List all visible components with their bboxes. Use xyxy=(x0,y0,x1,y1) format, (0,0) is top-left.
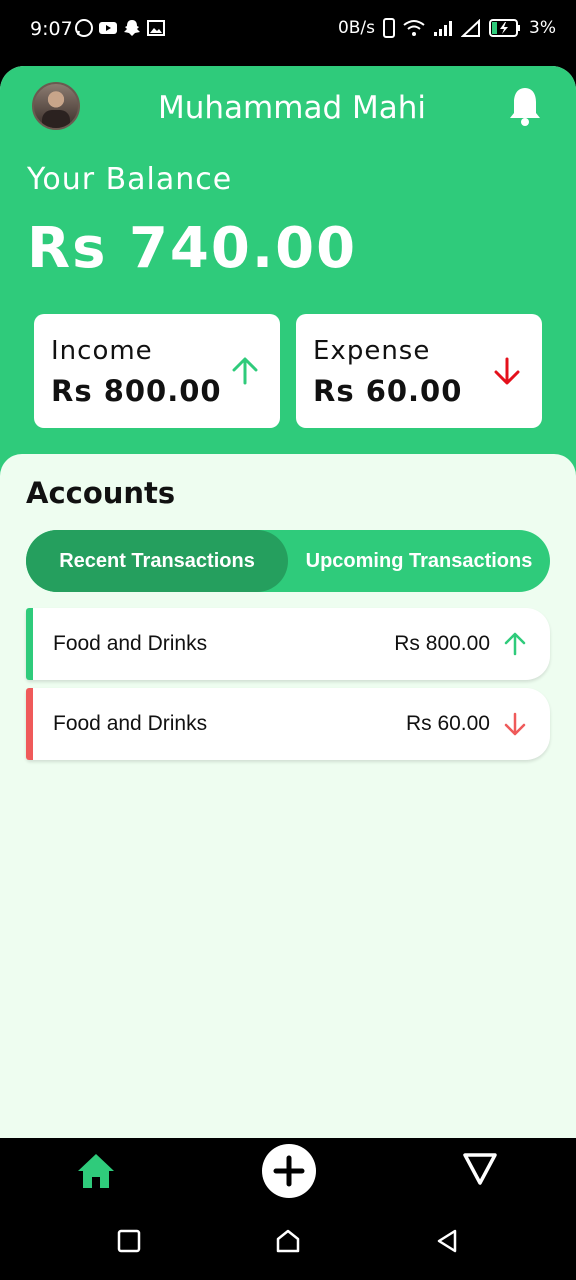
youtube-icon xyxy=(99,22,117,34)
bottom-nav xyxy=(0,1138,576,1214)
income-label: Income xyxy=(51,336,153,366)
accounts-panel: Accounts Recent Transactions Upcoming Tr… xyxy=(0,454,576,1138)
add-button[interactable] xyxy=(262,1144,316,1198)
home-icon[interactable] xyxy=(76,1152,116,1190)
transaction-amount: Rs 800.00 xyxy=(394,632,490,655)
income-card[interactable]: Income Rs 800.00 xyxy=(34,314,280,428)
battery-charging-icon xyxy=(489,19,521,37)
transaction-row[interactable]: Food and Drinks Rs 60.00 xyxy=(26,688,550,760)
transaction-name: Food and Drinks xyxy=(53,712,208,735)
expense-label: Expense xyxy=(313,336,431,366)
arrow-down-icon xyxy=(494,357,520,385)
user-name: Muhammad Mahi xyxy=(158,90,426,126)
whatsapp-icon xyxy=(75,19,93,37)
arrow-down-icon xyxy=(504,712,526,736)
income-value: Rs 800.00 xyxy=(51,374,222,408)
snapchat-icon xyxy=(124,20,140,36)
gallery-icon xyxy=(147,20,165,36)
tab-upcoming-transactions[interactable]: Upcoming Transactions xyxy=(288,530,550,592)
expense-value: Rs 60.00 xyxy=(313,374,463,408)
transaction-row[interactable]: Food and Drinks Rs 800.00 xyxy=(26,608,550,680)
recents-icon[interactable] xyxy=(116,1228,142,1254)
system-nav-bar xyxy=(0,1214,576,1280)
network-speed: 0B/s xyxy=(337,18,376,38)
accounts-title: Accounts xyxy=(26,476,176,510)
triangle-icon[interactable] xyxy=(462,1152,498,1186)
signal-icon xyxy=(434,21,453,36)
status-bar: 9:07 0B/s 3% xyxy=(0,0,576,60)
balance-amount: Rs 740.00 xyxy=(27,216,358,281)
transactions-tabs: Recent Transactions Upcoming Transaction… xyxy=(26,530,550,592)
bell-icon[interactable] xyxy=(508,86,542,126)
transaction-amount: Rs 60.00 xyxy=(405,712,490,735)
plus-icon xyxy=(273,1155,305,1187)
app-screen: Muhammad Mahi Your Balance Rs 740.00 Inc… xyxy=(0,66,576,1138)
home-system-icon[interactable] xyxy=(275,1228,301,1254)
battery-percent: 3% xyxy=(529,18,556,38)
arrow-up-icon xyxy=(504,632,526,656)
wifi-icon xyxy=(403,20,425,36)
vibrate-icon xyxy=(383,18,396,38)
expense-card[interactable]: Expense Rs 60.00 xyxy=(296,314,542,428)
transaction-name: Food and Drinks xyxy=(53,632,208,655)
status-time: 9:07 xyxy=(30,18,73,40)
tab-recent-transactions[interactable]: Recent Transactions xyxy=(26,530,288,592)
status-right: 0B/s 3% xyxy=(338,18,556,38)
balance-label: Your Balance xyxy=(27,162,233,197)
back-icon[interactable] xyxy=(434,1228,460,1254)
arrow-up-icon xyxy=(232,357,258,385)
expense-indicator xyxy=(26,688,33,760)
balance-header: Muhammad Mahi Your Balance Rs 740.00 Inc… xyxy=(0,66,576,486)
income-indicator xyxy=(26,608,33,680)
signal-empty-icon xyxy=(461,19,481,37)
notification-icons xyxy=(74,18,166,38)
